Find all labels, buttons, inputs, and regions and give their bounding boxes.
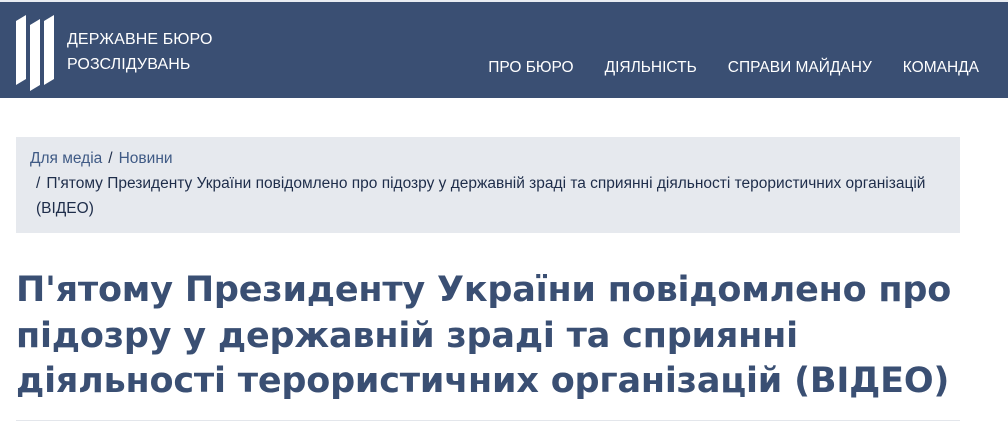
logo-link[interactable]: ДЕРЖАВНЕ БЮРО РОЗСЛІДУВАНЬ bbox=[14, 13, 213, 91]
page-title: П'ятому Президенту України повідомлено п… bbox=[16, 270, 952, 401]
site-header: ДЕРЖАВНЕ БЮРО РОЗСЛІДУВАНЬ ПРО БЮРО ДІЯЛ… bbox=[0, 0, 1008, 98]
breadcrumb-current: П'ятому Президенту України повідомлено п… bbox=[36, 175, 926, 217]
nav-item-team[interactable]: КОМАНДА bbox=[903, 59, 979, 77]
breadcrumb-current-line: / П'ятому Президенту України повідомлено … bbox=[30, 171, 946, 221]
breadcrumb: Для медіа / Новини / П'ятому Президенту Укр… bbox=[16, 137, 960, 233]
logo-text: ДЕРЖАВНЕ БЮРО РОЗСЛІДУВАНЬ bbox=[67, 27, 213, 77]
page: ДЕРЖАВНЕ БЮРО РОЗСЛІДУВАНЬ ПРО БЮРО ДІЯЛ… bbox=[0, 0, 1008, 441]
breadcrumb-item-media[interactable]: Для медіа bbox=[30, 150, 102, 167]
main-nav: ПРО БЮРО ДІЯЛЬНІСТЬ СПРАВИ МАЙДАНУ КОМАН… bbox=[457, 59, 979, 77]
nav-item-maidan-cases[interactable]: СПРАВИ МАЙДАНУ bbox=[728, 59, 872, 77]
brand-line-2: РОЗСЛІДУВАНЬ bbox=[67, 56, 191, 73]
breadcrumb-separator: / bbox=[108, 150, 113, 167]
logo-emblem-icon bbox=[16, 15, 54, 91]
breadcrumb-item-news[interactable]: Новини bbox=[119, 150, 173, 167]
title-divider bbox=[16, 420, 960, 421]
nav-item-about[interactable]: ПРО БЮРО bbox=[488, 59, 573, 77]
nav-item-activity[interactable]: ДІЯЛЬНІСТЬ bbox=[605, 59, 697, 77]
brand-line-1: ДЕРЖАВНЕ БЮРО bbox=[67, 31, 213, 48]
breadcrumb-separator: / bbox=[36, 175, 41, 192]
breadcrumb-line-1: Для медіа / Новини bbox=[30, 146, 946, 171]
